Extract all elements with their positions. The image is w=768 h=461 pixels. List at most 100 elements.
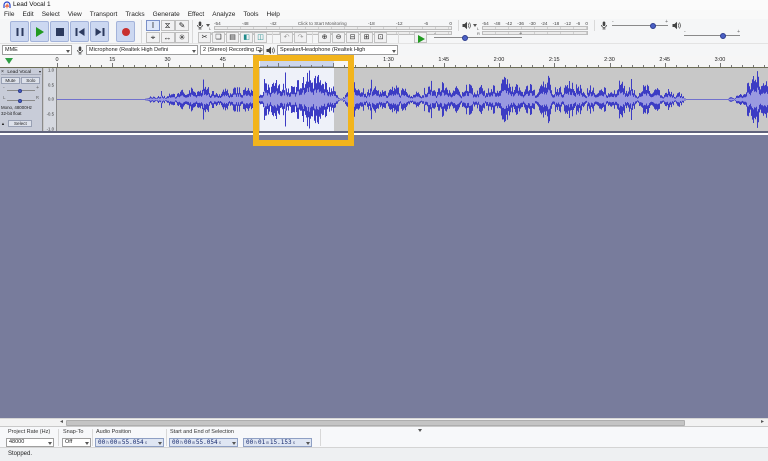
gain-thumb[interactable]	[18, 89, 22, 93]
collapse-track-icon[interactable]: ▲	[1, 121, 5, 126]
recording-meter[interactable]: -54-48-42Click to Start Monitoring-18-12…	[196, 20, 454, 31]
playback-volume-thumb[interactable]	[720, 33, 726, 39]
track-select-button[interactable]: Select	[8, 120, 32, 127]
microphone-icon	[600, 21, 608, 30]
skip-to-end-icon	[95, 28, 104, 36]
timeline-ruler[interactable]: 01530451:001:151:301:452:002:152:302:453…	[0, 56, 768, 68]
zoom-toggle-button[interactable]: ⊡	[374, 32, 387, 43]
audio-host-combo[interactable]: MME	[2, 45, 72, 55]
zoom-out-button[interactable]: ⊖	[332, 32, 345, 43]
recording-volume-slider[interactable]: -+	[612, 20, 668, 30]
skip-to-end-button[interactable]	[90, 21, 109, 42]
audio-position-label: Audio Position	[96, 429, 131, 435]
menu-item-file[interactable]: File	[0, 10, 18, 19]
track-name[interactable]: Lead Vocal	[7, 70, 31, 75]
horizontal-scrollbar[interactable]: ◂ ▸	[0, 418, 768, 426]
chevron-down-icon	[392, 50, 396, 53]
meter-scale-label: -48	[494, 21, 501, 26]
record-button[interactable]	[116, 21, 135, 42]
annotation-highlight-box	[253, 55, 354, 146]
paste-button[interactable]: ▤	[226, 32, 239, 43]
stop-button[interactable]	[50, 21, 69, 42]
zoom-tool-button[interactable]: ⌖	[146, 32, 160, 43]
selection-tool-button[interactable]: I	[146, 20, 160, 31]
menu-bar: FileEditSelectViewTransportTracksGenerat…	[0, 10, 768, 19]
playback-device-combo[interactable]: Speaker/Headphone (Realtek High	[277, 45, 398, 55]
meter-scale-label: -24	[541, 21, 548, 26]
menu-item-help[interactable]: Help	[263, 10, 284, 19]
chevron-down-icon	[85, 442, 89, 445]
recording-volume-thumb[interactable]	[650, 23, 656, 29]
menu-item-effect[interactable]: Effect	[184, 10, 209, 19]
draw-tool-button[interactable]: ✎	[175, 20, 189, 31]
vertical-scale-ruler[interactable]: 1.00.50.0-0.5-1.0	[44, 68, 57, 131]
playhead-pin-icon[interactable]	[5, 58, 13, 64]
menu-item-edit[interactable]: Edit	[18, 10, 37, 19]
scale-label: 0.0	[48, 97, 54, 102]
stop-icon	[56, 28, 64, 36]
selection-start-field[interactable]: 00h00m55.054s	[169, 438, 238, 447]
recording-channels-combo[interactable]: 2 (Stereo) Recording Cha	[200, 45, 264, 55]
playback-volume-slider[interactable]: -+	[684, 30, 740, 40]
chevron-down-icon	[232, 442, 236, 445]
play-icon	[36, 27, 44, 37]
solo-button[interactable]: Solo	[21, 77, 40, 84]
silence-audio-button[interactable]: ◫	[254, 32, 267, 43]
play-button[interactable]	[30, 21, 49, 42]
play-speed-thumb[interactable]	[462, 35, 468, 41]
multi-tool-button[interactable]: ✳	[175, 32, 189, 43]
play-speed-slider[interactable]: -+	[434, 32, 522, 42]
meter-scale-label: -6	[424, 21, 428, 26]
scroll-right-icon[interactable]: ▸	[758, 419, 767, 426]
meter-scale-label: -12	[564, 21, 571, 26]
trim-audio-button[interactable]: ◧	[240, 32, 253, 43]
meter-scale-label: -6	[576, 21, 580, 26]
undo-button[interactable]: ↶	[280, 32, 293, 43]
record-icon	[122, 28, 130, 36]
pause-button[interactable]	[10, 21, 29, 42]
pan-slider[interactable]: L R	[1, 95, 41, 104]
gain-slider[interactable]: - +	[1, 85, 41, 94]
menu-item-tools[interactable]: Tools	[239, 10, 262, 19]
menu-item-generate[interactable]: Generate	[149, 10, 184, 19]
playback-meter[interactable]: -54-48-42-36-30-24-18-12-60 LR	[462, 20, 590, 31]
redo-button[interactable]: ↷	[294, 32, 307, 43]
skip-to-start-button[interactable]	[70, 21, 89, 42]
track-menu-icon[interactable]: ▾	[39, 69, 41, 74]
waveform-display[interactable]	[57, 68, 768, 131]
menu-item-view[interactable]: View	[64, 10, 86, 19]
meter-scale-label: -12	[396, 21, 403, 26]
mute-button[interactable]: Mute	[1, 77, 20, 84]
zoom-in-button[interactable]: ⊕	[318, 32, 331, 43]
track-control-panel[interactable]: × Lead Vocal ▾ Mute Solo - + L R Mono, 4…	[0, 68, 43, 131]
envelope-tool-button[interactable]: ⧖	[161, 20, 175, 31]
fit-selection-button[interactable]: ⊟	[346, 32, 359, 43]
fit-project-button[interactable]: ⊞	[360, 32, 373, 43]
selection-end-field[interactable]: 00h01m15.153s	[243, 438, 312, 447]
chevron-down-icon	[158, 442, 162, 445]
menu-item-select[interactable]: Select	[38, 10, 64, 19]
play-at-speed-button[interactable]	[414, 32, 427, 43]
window-title: Lead Vocal 1	[13, 1, 51, 8]
timeshift-tool-button[interactable]: ↔	[161, 32, 175, 43]
pan-thumb[interactable]	[18, 99, 22, 103]
audacity-logo-icon	[3, 1, 11, 9]
track-close-icon[interactable]: ×	[1, 69, 4, 75]
status-bar: Stopped.	[0, 447, 768, 461]
selection-range-label[interactable]: Start and End of Selection	[170, 429, 296, 435]
project-rate-combo[interactable]: 48000	[6, 438, 54, 447]
recording-device-combo[interactable]: Microphone (Realtek High Defini	[86, 45, 198, 55]
menu-item-transport[interactable]: Transport	[86, 10, 122, 19]
cut-button[interactable]: ✂	[198, 32, 211, 43]
copy-button[interactable]: ❏	[212, 32, 225, 43]
speaker-icon	[266, 46, 275, 55]
menu-item-analyze[interactable]: Analyze	[208, 10, 239, 19]
audio-position-field[interactable]: 00h00m55.054s	[95, 438, 164, 447]
scrollbar-thumb[interactable]	[66, 420, 685, 426]
snap-to-combo[interactable]: Off	[62, 438, 91, 447]
selection-toolbar: Project Rate (Hz) 48000 Snap-To Off Audi…	[0, 426, 768, 447]
waveform	[57, 68, 768, 131]
scroll-left-icon[interactable]: ◂	[57, 419, 66, 426]
meter-scale-label: -42	[506, 21, 513, 26]
menu-item-tracks[interactable]: Tracks	[121, 10, 148, 19]
